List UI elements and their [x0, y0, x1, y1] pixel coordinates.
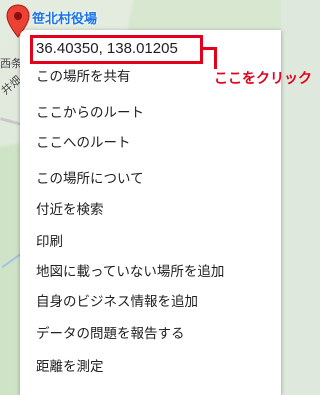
- add-missing-place-menu-item[interactable]: 地図に載っていない場所を追加: [36, 260, 224, 284]
- directions-to-menu-item[interactable]: ここへのルート: [36, 131, 131, 155]
- about-this-place-menu-item[interactable]: この場所について: [36, 167, 144, 191]
- highlight-box-annotation: [30, 35, 203, 64]
- directions-from-menu-item[interactable]: ここからのルート: [36, 101, 144, 125]
- annotation-connector: [214, 47, 217, 69]
- print-menu-item[interactable]: 印刷: [36, 230, 63, 254]
- search-nearby-menu-item[interactable]: 付近を検索: [36, 198, 104, 222]
- annotation-text: ここをクリック: [214, 71, 312, 87]
- map-river: [1, 253, 21, 269]
- share-location-menu-item[interactable]: この場所を共有: [36, 65, 131, 89]
- map-road: [0, 117, 23, 126]
- measure-distance-menu-item[interactable]: 距離を測定: [36, 355, 104, 379]
- map-place-label[interactable]: 笹北村役場: [32, 8, 97, 27]
- report-data-problem-menu-item[interactable]: データの問題を報告する: [36, 322, 185, 346]
- map-area-label: 西条: [0, 57, 22, 70]
- add-business-menu-item[interactable]: 自身のビジネス情報を追加: [36, 290, 198, 314]
